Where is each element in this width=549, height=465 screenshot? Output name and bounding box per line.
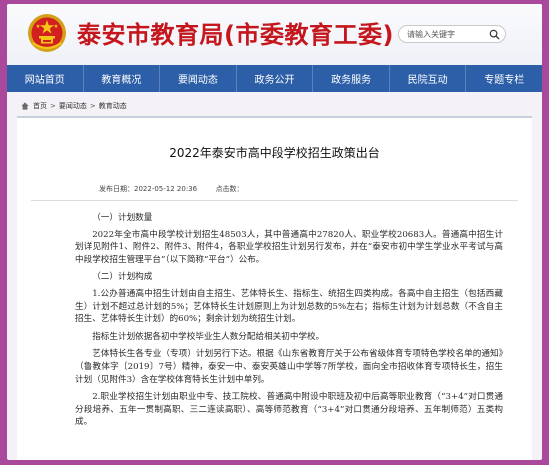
- publish-date: 发布日期：2022-05-12 20:36: [99, 185, 198, 193]
- nav-item-home[interactable]: 网站首页: [7, 65, 84, 92]
- home-icon: [21, 101, 29, 110]
- paragraph: 2022年全市高中段学校计划招生48503人，其中普通高中27820人、职业学校…: [75, 229, 503, 265]
- nav-item-news[interactable]: 要闻动态: [160, 65, 237, 92]
- main-nav: 网站首页 教育概况 要闻动态 政务公开 政务服务 民院互动 专题专栏: [7, 65, 542, 92]
- breadcrumb-separator: >: [89, 101, 96, 110]
- article-panel: 2022年泰安市高中段学校招生政策出台 发布日期：2022-05-12 20:3…: [17, 116, 532, 460]
- search-icon[interactable]: [489, 29, 500, 40]
- nav-item-gov-service[interactable]: 政务服务: [313, 65, 390, 92]
- breadcrumb-news[interactable]: 要闻动态: [59, 101, 87, 111]
- view-count-label: 点击数：: [215, 185, 244, 193]
- breadcrumb: 首页 > 要闻动态 > 教育动态: [7, 96, 542, 115]
- site-header: 泰安市教育局(市委教育工委): [7, 4, 542, 65]
- paragraph: 2.职业学校招生计划由职业中专、技工院校、普通高中附设中职班及初中后高等职业教育…: [75, 392, 503, 428]
- section-heading: （一）计划数量: [92, 213, 153, 223]
- article-meta: 发布日期：2022-05-12 20:36 点击数：: [99, 184, 244, 194]
- breadcrumb-edu-news[interactable]: 教育动态: [99, 101, 127, 111]
- browser-page: 泰安市教育局(市委教育工委) 网站首页 教育概况 要闻动态 政务公开 政务服务 …: [7, 4, 542, 460]
- breadcrumb-home[interactable]: 首页: [33, 101, 47, 111]
- divider: [31, 200, 518, 201]
- site-title: 泰安市教育局(市委教育工委): [77, 21, 394, 49]
- section-heading: （二）计划构成: [92, 272, 153, 283]
- article-body: （一）计划数量 2022年全市高中段学校计划招生48503人，其中普通高中278…: [75, 212, 503, 434]
- search-input[interactable]: [407, 26, 487, 42]
- nav-item-topics[interactable]: 专题专栏: [466, 65, 542, 92]
- nav-item-gov-info[interactable]: 政务公开: [237, 65, 314, 92]
- paragraph: 艺体特长生各专业（专项）计划另行下达。根据《山东省教育厅关于公布省级体育专项特色…: [75, 349, 503, 385]
- article-title: 2022年泰安市高中段学校招生政策出台: [169, 146, 380, 160]
- breadcrumb-separator: >: [50, 101, 56, 110]
- search-box: [398, 25, 506, 43]
- paragraph: 1.公办普通高中招生计划由自主招生、艺体特长生、指标生、统招生四类构成。各高中自…: [75, 288, 503, 325]
- paragraph: 指标生计划依据各初中学校毕业生人数分配给相关初中学校。: [92, 331, 325, 342]
- nav-item-overview[interactable]: 教育概况: [84, 65, 161, 92]
- national-emblem-icon: [28, 14, 66, 52]
- nav-item-interaction[interactable]: 民院互动: [390, 65, 467, 92]
